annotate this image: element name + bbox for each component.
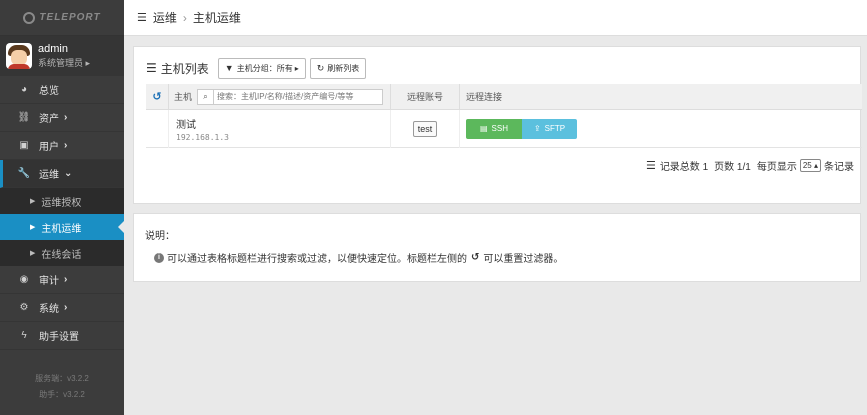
host-cell: 测试 192.168.1.3 bbox=[168, 109, 390, 148]
col-account-header: 远程账号 bbox=[390, 83, 459, 110]
assets-icon: ⛓ bbox=[17, 112, 31, 123]
reset-icon: ↺ bbox=[471, 252, 480, 263]
sidebar-subitem-host-ops[interactable]: ▶ 主机运维 bbox=[0, 214, 124, 240]
page-count: 页数 1/1 bbox=[714, 162, 751, 173]
sidebar-item-ops[interactable]: 🔧 运维 ⌄ bbox=[0, 160, 124, 188]
sidebar-item-system[interactable]: ⚙ 系统 › bbox=[0, 294, 124, 322]
panel-header: ☰ 主机列表 ▼ 主机分组：所有 ▸ ↻ 刷新列表 bbox=[146, 57, 860, 79]
table-header: ↺ 主机 ⌕ 远程账号 远程连接 bbox=[146, 83, 862, 110]
connect-cell: ▤ SSH ⇪ SFTP bbox=[459, 109, 862, 148]
list-icon: ☰ bbox=[146, 61, 157, 75]
sidebar-subitem-ops-auth[interactable]: ▶ 运维授权 bbox=[0, 188, 124, 214]
caret-right-icon: ▶ bbox=[30, 198, 36, 205]
avatar bbox=[6, 43, 32, 69]
host-search: ⌕ bbox=[197, 88, 384, 105]
list-icon: ☰ bbox=[645, 160, 656, 172]
upload-icon: ⇪ bbox=[533, 124, 541, 133]
sftp-button[interactable]: ⇪ SFTP bbox=[522, 118, 577, 139]
chevron-right-icon: › bbox=[64, 112, 68, 123]
info-icon: i bbox=[154, 252, 164, 263]
chevron-right-icon: › bbox=[64, 274, 68, 285]
keyboard-icon: ▤ bbox=[479, 124, 488, 133]
host-ip: 192.168.1.3 bbox=[176, 132, 229, 142]
search-icon: ⌕ bbox=[198, 89, 215, 104]
breadcrumb: ☰ 运维 › 主机运维 bbox=[124, 0, 867, 36]
chevron-right-icon: › bbox=[64, 302, 68, 313]
reset-filter-icon[interactable]: ↺ bbox=[146, 90, 168, 103]
eye-icon: ◉ bbox=[19, 274, 29, 285]
sidebar-item-dashboard[interactable]: ◕ 总览 bbox=[0, 76, 124, 104]
group-filter-button[interactable]: ▼ 主机分组：所有 ▸ bbox=[217, 57, 306, 79]
filter-icon: ▼ bbox=[224, 63, 234, 73]
breadcrumb-separator-icon: › bbox=[182, 10, 187, 25]
host-name: 测试 bbox=[176, 119, 196, 131]
page-size-select[interactable]: 25 ▴ bbox=[799, 159, 821, 172]
breadcrumb-section[interactable]: 运维 bbox=[153, 9, 177, 26]
user-role: 系统管理员 ▸ bbox=[38, 58, 91, 68]
bolt-icon: ϟ bbox=[21, 330, 27, 341]
user-card-icon: ▣ bbox=[19, 140, 29, 151]
ops-submenu: ▶ 运维授权 ▶ 主机运维 ▶ 在线会话 bbox=[0, 188, 124, 266]
caret-right-icon: ▶ bbox=[30, 250, 36, 257]
chevron-down-icon: ⌄ bbox=[64, 168, 73, 179]
sidebar-item-users[interactable]: ▣ 用户 › bbox=[0, 132, 124, 160]
refresh-list-button[interactable]: ↻ 刷新列表 bbox=[309, 57, 367, 79]
ssh-button[interactable]: ▤ SSH bbox=[466, 118, 522, 139]
server-version: 服务端：v3.2.2 bbox=[35, 374, 89, 383]
chevron-right-icon: › bbox=[64, 140, 68, 151]
notes-title: 说明： bbox=[145, 231, 175, 242]
caret-right-icon: ▶ bbox=[30, 224, 36, 231]
user-panel[interactable]: admin 系统管理员 ▸ bbox=[0, 36, 124, 76]
col-host-header: 主机 ⌕ bbox=[168, 83, 390, 110]
notes-line: i 可以通过表格标题栏进行搜索或过滤，以便快速定位。标题栏左侧的 ↺ 可以重置过… bbox=[154, 250, 563, 265]
search-input[interactable] bbox=[214, 92, 383, 101]
panel-title: ☰ 主机列表 bbox=[146, 61, 209, 76]
sidebar-nav: ◕ 总览 ⛓ 资产 › ▣ 用户 › 🔧 运维 ⌄ ▶ 运维授权 ▶ 主机运维 bbox=[0, 76, 124, 350]
records-suffix: 条记录 bbox=[824, 162, 854, 173]
pagination: ☰ 记录总数 1 页数 1/1 每页显示 25 ▴ 条记录 bbox=[646, 158, 854, 173]
col-connect-header: 远程连接 bbox=[459, 83, 862, 110]
server-icon: ☰ bbox=[137, 12, 147, 24]
host-list-panel: ☰ 主机列表 ▼ 主机分组：所有 ▸ ↻ 刷新列表 ↺ 主机 ⌕ 远程账号 远程… bbox=[133, 46, 862, 204]
sidebar-item-assistant[interactable]: ϟ 助手设置 bbox=[0, 322, 124, 350]
sidebar-item-audit[interactable]: ◉ 审计 › bbox=[0, 266, 124, 294]
total-records: 记录总数 1 bbox=[659, 162, 709, 173]
user-name: admin bbox=[38, 43, 68, 55]
gear-icon: ⚙ bbox=[19, 302, 29, 313]
table-row: 测试 192.168.1.3 test ▤ SSH ⇪ SFTP bbox=[146, 109, 862, 148]
host-table: ↺ 主机 ⌕ 远程账号 远程连接 测试 192.168.1.3 test bbox=[146, 83, 862, 148]
wrench-icon: 🔧 bbox=[17, 168, 31, 179]
caret-right-icon: ▸ bbox=[294, 63, 299, 73]
logo[interactable]: TELEPORT bbox=[0, 0, 124, 36]
assist-version: 助手：v3.2.2 bbox=[39, 390, 85, 399]
refresh-icon: ↻ bbox=[316, 62, 325, 73]
account-cell: test bbox=[390, 109, 459, 148]
account-tag[interactable]: test bbox=[412, 120, 438, 137]
sidebar-subitem-online-sessions[interactable]: ▶ 在线会话 bbox=[0, 240, 124, 266]
teleport-logo-icon bbox=[23, 11, 36, 24]
sidebar-item-assets[interactable]: ⛓ 资产 › bbox=[0, 104, 124, 132]
breadcrumb-page: 主机运维 bbox=[192, 11, 241, 25]
dashboard-icon: ◕ bbox=[20, 84, 28, 95]
notes-panel: 说明： i 可以通过表格标题栏进行搜索或过滤，以便快速定位。标题栏左侧的 ↺ 可… bbox=[133, 213, 861, 282]
sidebar: TELEPORT admin 系统管理员 ▸ ◕ 总览 ⛓ 资产 › ▣ 用户 … bbox=[0, 0, 124, 415]
logo-text: TELEPORT bbox=[39, 12, 101, 23]
per-page-label: 每页显示 bbox=[756, 162, 797, 173]
